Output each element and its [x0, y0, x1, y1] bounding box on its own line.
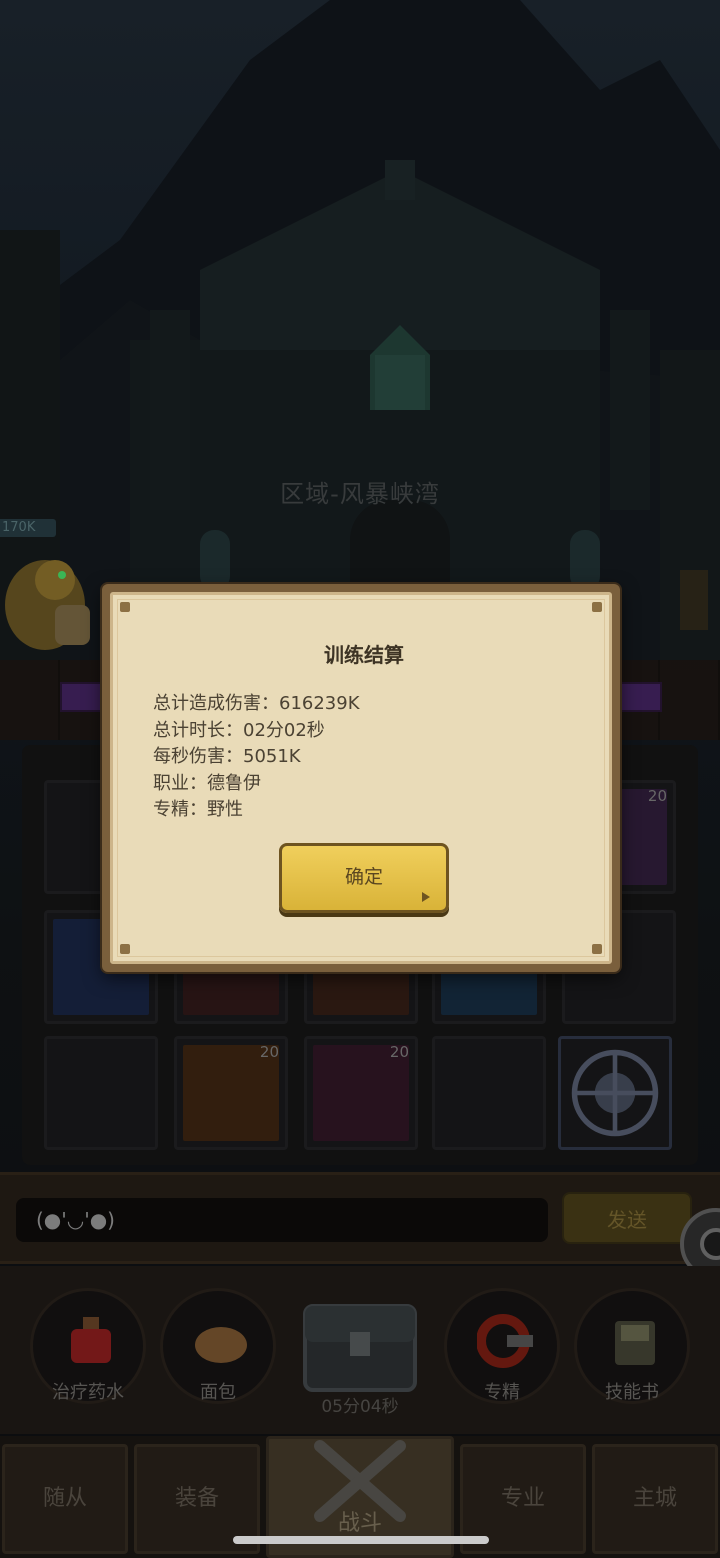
dialog-panel: 训练结算 总计造成伤害：616239K 总计时长：02分02秒 每秒伤害：505… [110, 592, 612, 964]
corner-rivet [592, 602, 602, 612]
confirm-button[interactable]: 确定 [279, 843, 449, 913]
stat-total-duration: 总计时长：02分02秒 [153, 719, 325, 741]
dialog-title: 训练结算 [324, 643, 404, 667]
stat-class: 职业：德鲁伊 [153, 772, 261, 794]
corner-rivet [592, 944, 602, 954]
stats-list: 总计造成伤害：616239K 总计时长：02分02秒 每秒伤害：5051K 职业… [153, 691, 360, 824]
training-result-dialog: 训练结算 总计造成伤害：616239K 总计时长：02分02秒 每秒伤害：505… [102, 584, 620, 972]
stat-spec: 专精：野性 [153, 799, 243, 820]
corner-rivet [120, 602, 130, 612]
corner-rivet [120, 944, 130, 954]
stat-dps: 每秒伤害：5051K [153, 746, 301, 767]
stat-total-damage: 总计造成伤害：616239K [153, 693, 360, 714]
